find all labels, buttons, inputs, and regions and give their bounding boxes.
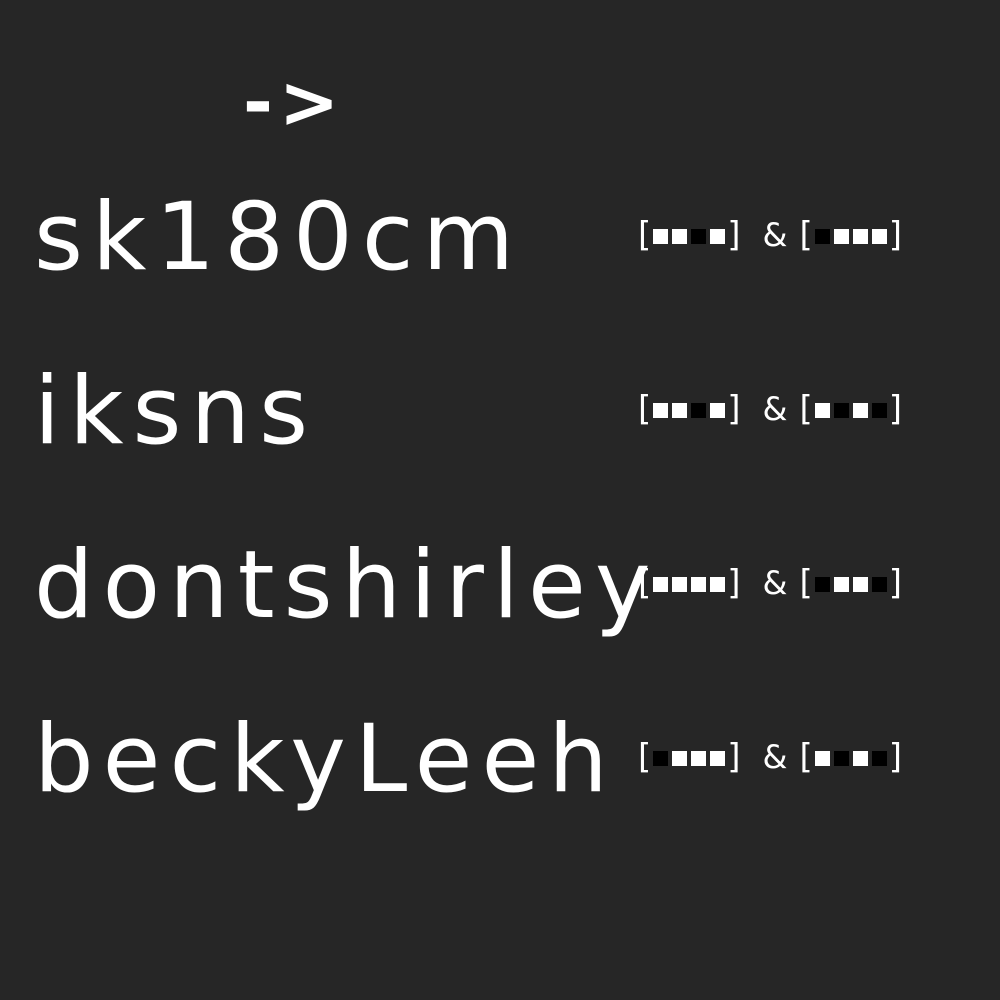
filled-square [852, 229, 868, 244]
filled-square [653, 577, 669, 592]
empty-square [871, 403, 887, 418]
empty-square [871, 577, 887, 592]
filled-square [852, 751, 868, 766]
ampersand: & [762, 216, 788, 254]
close-bracket: ] [888, 389, 903, 429]
open-bracket: [ [638, 563, 652, 603]
filled-square [710, 229, 726, 244]
close-bracket: ] [888, 215, 903, 255]
left-pattern: [ ] [638, 391, 741, 427]
close-bracket: ] [727, 389, 741, 429]
filled-square [653, 229, 669, 244]
left-pattern: [ ] [638, 565, 741, 601]
filled-square [710, 403, 726, 418]
left-pattern: [ ] [638, 217, 741, 253]
filled-square [833, 577, 849, 592]
empty-square [871, 751, 887, 766]
username-label: dontshirley [34, 531, 660, 640]
list-item: dontshirley [ ] & [ ] [0, 531, 1000, 671]
right-pattern: [ ] [799, 391, 902, 427]
filled-square [871, 229, 887, 244]
close-bracket: ] [727, 563, 741, 603]
open-bracket: [ [638, 215, 652, 255]
pattern-pair: [ ] & [ ] [638, 391, 902, 427]
filled-square [691, 751, 707, 766]
open-bracket: [ [638, 737, 652, 777]
filled-square [814, 403, 830, 418]
right-pattern: [ ] [799, 565, 902, 601]
filled-square [653, 403, 669, 418]
canvas: -> sk180cm [ ] & [ ] iksns [ ] & [] don… [0, 0, 1000, 1000]
filled-square [852, 577, 868, 592]
filled-square [672, 577, 688, 592]
right-pattern: [ ] [799, 739, 902, 775]
filled-square [710, 751, 726, 766]
pattern-pair: [ ] & [ ] [638, 565, 902, 601]
list-item: iksns [ ] & [ ] [0, 357, 1000, 497]
open-bracket: [ [799, 737, 813, 777]
username-label: iksns [34, 357, 318, 466]
empty-square [691, 403, 707, 418]
filled-square [833, 229, 849, 244]
empty-square [833, 751, 849, 766]
list-item: sk180cm [ ] & [ ] [0, 183, 1000, 323]
open-bracket: [ [799, 215, 813, 255]
left-pattern: [ ] [638, 739, 741, 775]
open-bracket: [ [799, 389, 813, 429]
ampersand: & [762, 564, 788, 602]
pattern-pair: [ ] & [ ] [638, 739, 902, 775]
empty-square [691, 229, 707, 244]
right-pattern: [ ] [799, 217, 902, 253]
close-bracket: ] [727, 737, 741, 777]
list-item: beckyLeeh [ ] & [ ] [0, 705, 1000, 845]
ampersand: & [762, 390, 788, 428]
filled-square [814, 751, 830, 766]
empty-square [814, 229, 830, 244]
close-bracket: ] [727, 215, 741, 255]
close-bracket: ] [888, 737, 903, 777]
ampersand: & [762, 738, 788, 776]
close-bracket: ] [888, 563, 903, 603]
filled-square [710, 577, 726, 592]
arrow-label: -> [243, 60, 346, 144]
open-bracket: [ [638, 389, 652, 429]
filled-square [691, 577, 707, 592]
username-label: sk180cm [34, 183, 524, 292]
pattern-pair: [ ] & [ ] [638, 217, 902, 253]
empty-square [814, 577, 830, 592]
filled-square [672, 751, 688, 766]
filled-square [852, 403, 868, 418]
empty-square [653, 751, 669, 766]
open-bracket: [ [799, 563, 813, 603]
empty-square [833, 403, 849, 418]
username-label: beckyLeeh [34, 705, 617, 814]
filled-square [672, 229, 688, 244]
filled-square [672, 403, 688, 418]
